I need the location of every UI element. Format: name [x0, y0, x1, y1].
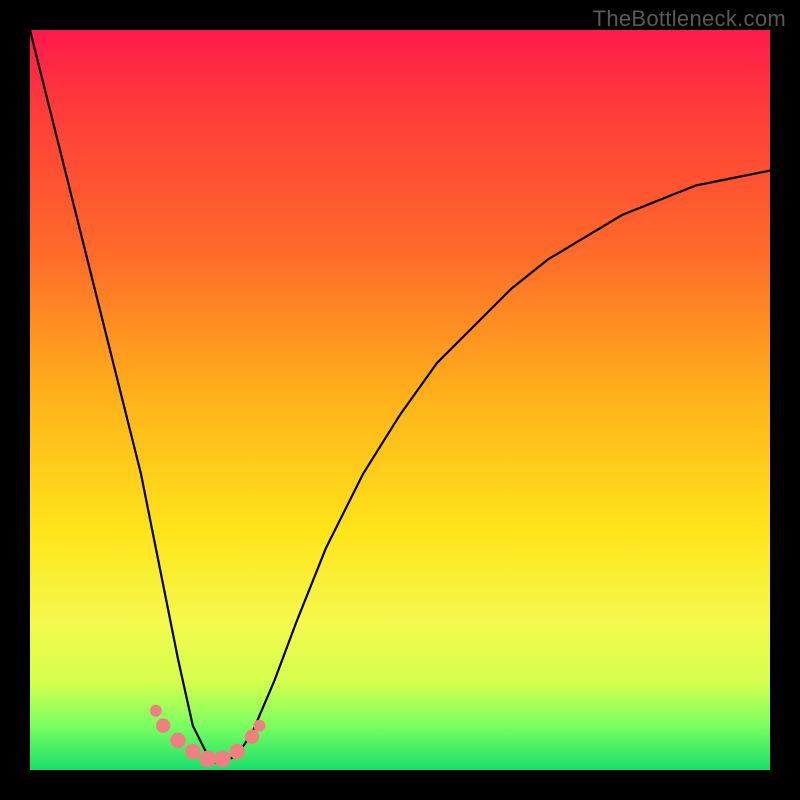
curve-marker	[199, 751, 216, 768]
curve-marker	[214, 751, 231, 768]
curve-markers	[150, 705, 266, 768]
watermark-text: TheBottleneck.com	[593, 6, 786, 32]
curve-marker	[229, 744, 245, 760]
curve-marker	[185, 744, 201, 760]
curve-marker	[150, 705, 162, 717]
curve-svg	[30, 30, 770, 770]
chart-frame: TheBottleneck.com	[0, 0, 800, 800]
curve-marker	[245, 730, 259, 744]
bottleneck-curve	[30, 30, 770, 763]
curve-marker	[170, 733, 186, 749]
plot-area	[30, 30, 770, 770]
curve-marker	[253, 720, 265, 732]
curve-marker	[156, 718, 170, 732]
